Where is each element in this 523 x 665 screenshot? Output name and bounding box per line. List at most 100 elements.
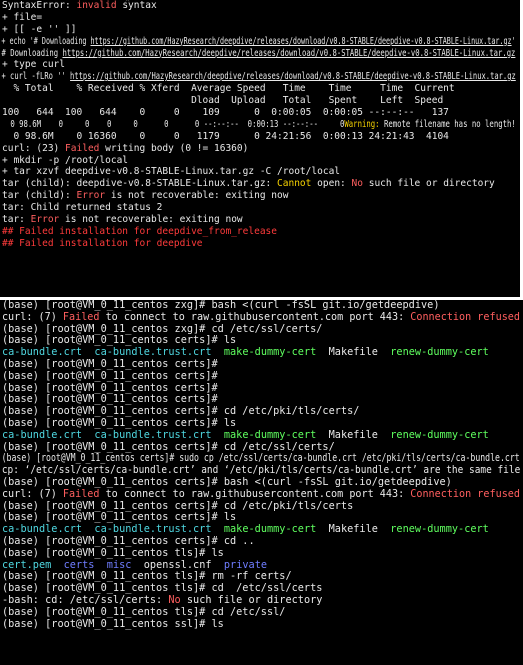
terminal-line: cert.pem certs misc openssl.cnf private [0,560,522,572]
terminal-text: (base) [root@VM_0_11_centos certs]# bash… [1,476,452,488]
terminal-text: (base) [root@VM_0_11_centos tls]# rm -rf… [1,571,292,583]
terminal-line: tar: Child returned status 2 [0,202,518,214]
terminal-text: Dload Upload Total Spent Left Speed [1,95,444,107]
terminal-line: (base) [root@VM_0_11_centos tls]# cd /et… [0,607,522,619]
terminal-text: (base) [root@VM_0_11_centos certs]# ls [1,335,237,347]
terminal-text: tar (child): deepdive-v0.8-STABLE-Linux.… [1,178,278,190]
terminal-line: (base) [root@VM_0_11_centos tls]# rm -rf… [0,571,522,583]
terminal-text: ca-bundle.trust.crt [94,429,212,441]
terminal-text: renew-dummy-cert [390,524,489,536]
terminal-line: (base) [root@VM_0_11_centos certs]# cd /… [0,406,522,418]
terminal-line: % Total % Received % Xferd Average Speed… [0,83,518,95]
terminal-text: (base) [root@VM_0_11_centos tls]# cd /et… [1,583,323,595]
terminal-line: 0 98.6M 0 0 0 0 0 0 --:--:-- 0:00:13 --:… [0,119,517,131]
terminal-text: + file= [1,11,43,23]
terminal-line: (base) [root@VM_0_11_centos certs]# [0,371,522,383]
terminal-text: such file or directory [180,594,323,606]
terminal-text: 100 644 100 644 0 0 109 0 0:00:05 0:00:0… [1,107,449,119]
terminal-text: openssl.cnf [131,559,224,571]
terminal-window-bottom[interactable]: (base) [root@VM_0_11_centos zxg]# bash <… [0,300,523,665]
terminal-text: is not recoverable: exiting now [59,214,243,226]
terminal-line: (base) [root@VM_0_11_centos certs]# bash… [0,477,522,489]
terminal-line: + echo '# Downloading https://github.com… [0,36,517,48]
terminal-line: (base) [root@VM_0_11_centos certs]# cd /… [0,501,522,513]
terminal-text: curl: (23) [1,142,66,154]
terminal-line: -bash: cd: /etc/ssl/certs: No such file … [0,595,522,607]
terminal-text: ca-bundle.trust.crt [94,524,212,536]
terminal-text: (base) [root@VM_0_11_centos ssl]# ls [1,618,224,630]
terminal-text: + [[ -e '' ]] [1,23,77,35]
terminal-line: # Downloading https://github.com/HazyRes… [0,48,517,60]
terminal-line: (base) [root@VM_0_11_centos certs]# ls [0,418,522,430]
terminal-text: ca-bundle.crt [1,347,83,359]
terminal-text: ' [511,35,516,47]
terminal-text: (base) [root@VM_0_11_centos certs]# ls [1,512,237,524]
terminal-text: # Downloading [1,47,63,59]
terminal-text: + curl -fLRo '' [1,71,71,83]
terminal-text: (base) [root@VM_0_11_centos certs]# cd /… [1,406,360,418]
terminal-text: Connection refused [410,488,520,500]
terminal-text: No [351,178,363,190]
terminal-text: Error [76,190,106,202]
terminal-line: ca-bundle.crt ca-bundle.trust.crt make-d… [0,347,522,359]
terminal-line: + [[ -e '' ]] [0,24,518,36]
terminal-text: tar (child): [1,190,77,202]
terminal-text: Warning: [344,118,380,130]
terminal-text: (base) [root@VM_0_11_centos zxg]# bash <… [1,300,440,311]
terminal-line: + file= [0,12,518,24]
terminal-line: (base) [root@VM_0_11_centos ssl]# ls [0,619,522,631]
terminal-line: (base) [root@VM_0_11_centos tls]# ls [0,548,522,560]
terminal-window-top[interactable]: ^ SyntaxError: invalid syntax + file= + [[… [0,0,520,297]
terminal-text: tar: [1,214,31,226]
terminal-line: ca-bundle.crt ca-bundle.trust.crt make-d… [0,524,522,536]
terminal-line: 0 98.6M 0 16360 0 0 1179 0 24:21:56 0:00… [0,131,518,143]
terminal-text: 0 98.6M 0 16360 0 0 1179 0 24:21:56 0:00… [1,130,449,142]
terminal-text: (base) [root@VM_0_11_centos certs]# [1,370,218,382]
terminal-text: Makefile [316,347,391,359]
terminal-text: private [223,559,268,571]
terminal-text: to connect to raw.githubusercontent.com … [99,488,411,500]
terminal-text: invalid [76,0,117,11]
terminal-text: (base) [root@VM_0_11_centos certs]# [1,394,218,406]
terminal-text: https://github.com/HazyResearch/deepdive… [62,47,516,59]
terminal-line: (base) [root@VM_0_11_centos certs]# ls [0,512,522,524]
terminal-line: tar: Error is not recoverable: exiting n… [0,214,518,226]
terminal-line: (base) [root@VM_0_11_centos certs]# [0,394,522,406]
terminal-line: curl: (23) Failed writing body (0 != 163… [0,143,518,155]
terminal-text: Failed [65,142,100,154]
terminal-text: cert.pem [1,559,52,571]
terminal-text: Failed [62,488,100,500]
terminal-text: + tar xzvf deepdive-v0.8-STABLE-Linux.ta… [1,166,341,178]
terminal-text: (base) [root@VM_0_11_centos certs]# cd /… [1,441,335,453]
terminal-text: + type curl [1,59,66,71]
terminal-text: open: [311,178,352,190]
terminal-line: (base) [root@VM_0_11_centos zxg]# bash <… [0,300,522,312]
terminal-text: make-dummy-cert [223,524,317,536]
terminal-text: Cannot [277,178,312,190]
terminal-line: + curl -fLRo '' https://github.com/HazyR… [0,71,517,83]
terminal-text: https://github.com/HazyResearch/deepdive… [70,71,516,83]
terminal-text: (base) [root@VM_0_11_centos zxg]# cd /et… [1,323,323,335]
terminal-line: 100 644 100 644 0 0 109 0 0:00:05 0:00:0… [0,107,518,119]
terminal-text: No [168,594,181,606]
terminal-line: (base) [root@VM_0_11_centos zxg]# cd /et… [0,324,522,336]
terminal-text: make-dummy-cert [223,429,317,441]
terminal-text: (base) [root@VM_0_11_centos tls]# ls [1,547,224,559]
terminal-text: make-dummy-cert [223,347,317,359]
terminal-text: + echo '# Downloading [1,35,91,47]
terminal-text: (base) [root@VM_0_11_centos tls]# cd /et… [1,606,286,618]
terminal-line: (base) [root@VM_0_11_centos certs]# [0,383,522,395]
terminal-line: (base) [root@VM_0_11_centos certs]# [0,359,522,371]
terminal-text: ca-bundle.crt [1,524,83,536]
terminal-text: https://github.com/HazyResearch/deepdive… [90,35,512,47]
terminal-line: tar (child): deepdive-v0.8-STABLE-Linux.… [0,178,518,190]
terminal-text: writing body (0 != 16360) [99,142,249,154]
terminal-line: + tar xzvf deepdive-v0.8-STABLE-Linux.ta… [0,166,518,178]
terminal-text: such file or directory [362,178,495,190]
terminal-output: (base) [root@VM_0_11_centos zxg]# bash <… [0,300,523,630]
terminal-text: renew-dummy-cert [390,429,489,441]
